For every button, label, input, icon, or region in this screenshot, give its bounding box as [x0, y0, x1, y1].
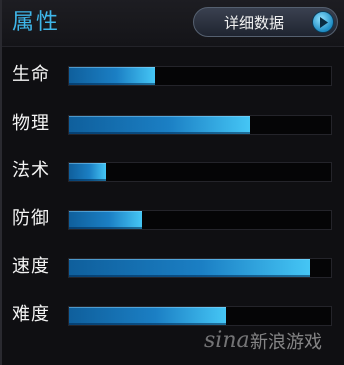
sina-logo: sina	[204, 328, 250, 353]
stat-row-speed: 速度	[2, 252, 344, 284]
watermark-text: 新浪游戏	[250, 332, 322, 353]
stat-bar-fill	[69, 163, 106, 181]
stat-bar-track	[68, 162, 332, 182]
stat-row-physical: 物理	[2, 109, 344, 141]
stat-label: 法术	[12, 160, 50, 181]
stat-bar-track	[68, 306, 332, 326]
stat-bar-track	[68, 115, 332, 135]
attributes-panel: 属性 详细数据 生命 物理 法术 防御 速度 难度 sina 新浪游戏	[0, 0, 344, 365]
stat-bar-track	[68, 66, 332, 86]
sina-watermark: sina 新浪游戏	[204, 326, 344, 362]
detail-data-label: 详细数据	[224, 14, 285, 32]
stat-label: 物理	[12, 113, 50, 134]
stat-bar-fill	[69, 211, 143, 229]
stat-label: 生命	[12, 64, 50, 85]
panel-title: 属性	[12, 10, 61, 35]
stat-bar-fill	[69, 259, 311, 277]
stat-bar-fill	[69, 116, 250, 134]
stat-bar-track	[68, 258, 332, 278]
stat-row-magic: 法术	[2, 156, 344, 188]
panel-header: 属性 详细数据	[2, 0, 344, 47]
play-arrow-icon	[312, 11, 334, 33]
detail-data-button[interactable]: 详细数据	[193, 7, 338, 37]
stat-row-health: 生命	[2, 60, 344, 92]
stat-row-defense: 防御	[2, 204, 344, 236]
stat-bar-fill	[69, 307, 227, 325]
stat-bar-track	[68, 210, 332, 230]
stat-label: 难度	[12, 304, 50, 325]
stat-label: 速度	[12, 256, 50, 277]
stat-bar-fill	[69, 67, 156, 85]
stat-label: 防御	[12, 208, 50, 229]
